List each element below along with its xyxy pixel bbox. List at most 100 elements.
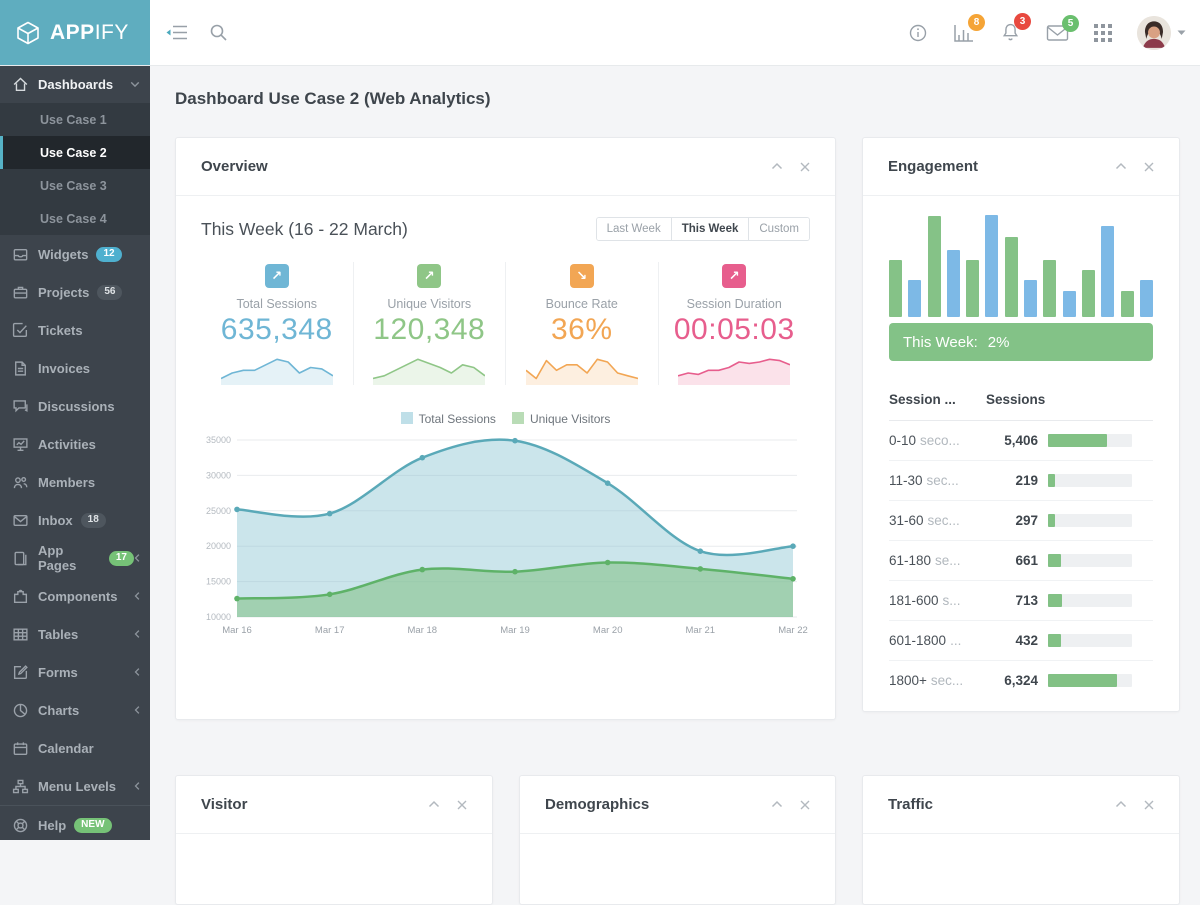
help-new-badge: NEW <box>74 818 111 833</box>
sidebar-item-use-case-2[interactable]: Use Case 2 <box>0 136 150 169</box>
chevron-left-icon <box>134 629 140 639</box>
stats-icon[interactable]: 8 <box>953 23 975 43</box>
sidebar-item-invoices[interactable]: Invoices <box>0 349 150 387</box>
overview-panel: Overview This Week (16 - 22 March) Last … <box>175 137 836 720</box>
engagement-bar <box>1043 260 1056 317</box>
dashboards-submenu: Use Case 1 Use Case 2 Use Case 3 Use Cas… <box>0 103 150 235</box>
last-week-button[interactable]: Last Week <box>597 218 671 240</box>
sessions-progress-bar <box>1048 434 1132 447</box>
drawer-icon <box>12 246 29 263</box>
user-menu[interactable] <box>1137 16 1186 50</box>
this-week-button[interactable]: This Week <box>671 218 749 240</box>
sidebar-item-use-case-4[interactable]: Use Case 4 <box>0 202 150 235</box>
legend-unique-visitors: Unique Visitors <box>512 412 610 426</box>
close-icon[interactable] <box>457 800 467 810</box>
session-duration-row: 61-180se...661 <box>889 541 1153 581</box>
table-icon <box>12 626 29 643</box>
sidebar-toggle-icon[interactable] <box>166 24 190 41</box>
engagement-bar <box>1140 280 1153 317</box>
cube-icon <box>15 20 41 46</box>
sidebar-item-calendar[interactable]: Calendar <box>0 729 150 767</box>
sessions-count: 713 <box>986 593 1038 608</box>
sidebar-item-tables[interactable]: Tables <box>0 615 150 653</box>
sidebar-item-dashboards[interactable]: Dashboards <box>0 65 150 103</box>
col-sessions: Sessions <box>986 392 1045 407</box>
app-pages-count-badge: 17 <box>109 551 134 566</box>
sparkline-session-duration <box>678 355 790 385</box>
overview-header: Overview <box>176 138 835 196</box>
sidebar-item-projects[interactable]: Projects 56 <box>0 273 150 311</box>
sitemap-icon <box>12 778 29 795</box>
engagement-bar <box>1121 291 1134 317</box>
traffic-title: Traffic <box>888 796 933 813</box>
life-ring-icon <box>12 817 29 834</box>
close-icon[interactable] <box>800 800 810 810</box>
messages-mail-icon[interactable]: 5 <box>1046 24 1069 42</box>
sessions-progress-bar <box>1048 514 1132 527</box>
sidebar-item-app-pages[interactable]: App Pages 17 <box>0 539 150 577</box>
svg-text:15000: 15000 <box>206 577 231 587</box>
this-week-banner: This Week: 2% <box>889 323 1153 361</box>
sessions-count: 5,406 <box>986 433 1038 448</box>
collapse-icon[interactable] <box>1115 162 1127 172</box>
metrics-row: ↗ Total Sessions 635,348 ↗ Unique Visito… <box>176 262 835 385</box>
metric-total-sessions: ↗ Total Sessions 635,348 <box>201 262 354 385</box>
legend-total-sessions: Total Sessions <box>401 412 496 426</box>
users-icon <box>12 474 29 491</box>
sidebar-item-discussions[interactable]: Discussions <box>0 387 150 425</box>
sidebar-item-activities[interactable]: Activities <box>0 425 150 463</box>
sidebar-item-help[interactable]: Help NEW <box>0 806 150 844</box>
sidebar: Dashboards Use Case 1 Use Case 2 Use Cas… <box>0 65 150 840</box>
col-session-duration: Session ... <box>889 392 986 407</box>
pen-icon <box>12 664 29 681</box>
chevron-left-icon <box>134 781 140 791</box>
sessions-count: 661 <box>986 553 1038 568</box>
engagement-bar <box>1082 270 1095 317</box>
visitor-panel: Visitor <box>175 775 493 905</box>
apps-grid-icon[interactable] <box>1094 24 1112 42</box>
sidebar-item-members[interactable]: Members <box>0 463 150 501</box>
sidebar-item-components[interactable]: Components <box>0 577 150 615</box>
engagement-panel: Engagement This Week: 2% Session ... Ses… <box>862 137 1180 712</box>
sidebar-item-menu-levels[interactable]: Menu Levels <box>0 767 150 805</box>
search-icon[interactable] <box>209 23 228 42</box>
collapse-icon[interactable] <box>771 800 783 810</box>
engagement-bar <box>947 250 960 317</box>
duration-range: 181-600s... <box>889 593 986 608</box>
trend-down-icon: ↘ <box>570 264 594 288</box>
svg-text:Mar 21: Mar 21 <box>686 625 716 636</box>
close-icon[interactable] <box>800 162 810 172</box>
chevron-left-icon <box>134 553 140 563</box>
close-icon[interactable] <box>1144 162 1154 172</box>
engagement-bar <box>1024 280 1037 317</box>
collapse-icon[interactable] <box>428 800 440 810</box>
sidebar-item-tickets[interactable]: Tickets <box>0 311 150 349</box>
collapse-icon[interactable] <box>771 162 783 172</box>
close-icon[interactable] <box>1144 800 1154 810</box>
sidebar-item-use-case-1[interactable]: Use Case 1 <box>0 103 150 136</box>
app-logo[interactable]: APPIFY <box>0 0 150 65</box>
engagement-bar <box>928 216 941 317</box>
svg-text:Mar 16: Mar 16 <box>222 625 252 636</box>
custom-button[interactable]: Custom <box>748 218 809 240</box>
pie-chart-icon <box>12 702 29 719</box>
document-icon <box>12 360 29 377</box>
session-duration-row: 1800+sec...6,324 <box>889 661 1153 700</box>
metric-value: 120,348 <box>354 313 506 347</box>
presentation-chart-icon <box>12 436 29 453</box>
visitor-header: Visitor <box>176 776 492 834</box>
sessions-progress-bar <box>1048 674 1132 687</box>
collapse-icon[interactable] <box>1115 800 1127 810</box>
sidebar-item-charts[interactable]: Charts <box>0 691 150 729</box>
notifications-bell-icon[interactable]: 3 <box>1000 22 1021 43</box>
sessions-progress-bar <box>1048 554 1132 567</box>
calendar-icon <box>12 740 29 757</box>
svg-text:Mar 17: Mar 17 <box>315 625 345 636</box>
demographics-panel: Demographics <box>519 775 836 905</box>
sidebar-item-use-case-3[interactable]: Use Case 3 <box>0 169 150 202</box>
sidebar-item-inbox[interactable]: Inbox 18 <box>0 501 150 539</box>
sidebar-item-forms[interactable]: Forms <box>0 653 150 691</box>
engagement-bar <box>908 280 921 317</box>
sidebar-item-widgets[interactable]: Widgets 12 <box>0 235 150 273</box>
info-icon[interactable] <box>908 23 928 43</box>
